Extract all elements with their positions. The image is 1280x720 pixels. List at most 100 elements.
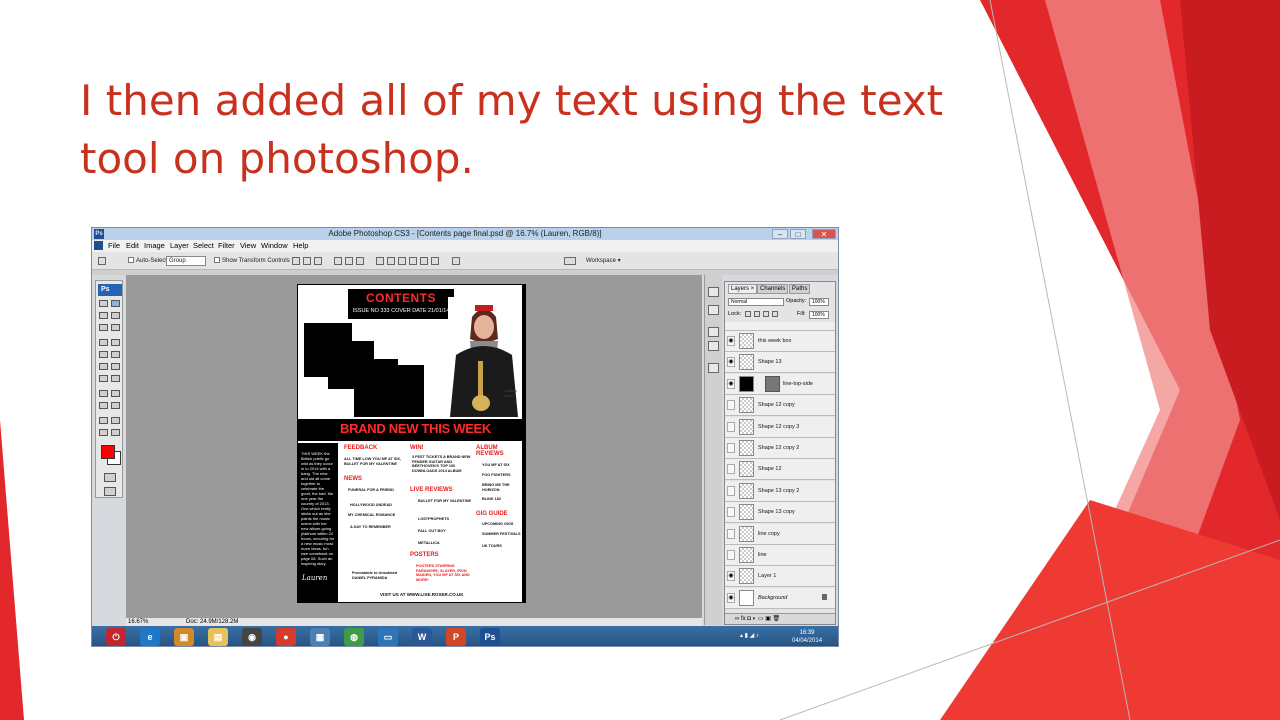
window-titlebar[interactable]: Ps Adobe Photoshop CS3 - [Contents page … bbox=[92, 228, 838, 240]
brush-panel-icon[interactable] bbox=[708, 305, 719, 315]
visibility-eye-icon[interactable] bbox=[727, 485, 735, 496]
character-panel-icon[interactable] bbox=[708, 327, 719, 337]
eyedropper-tool-icon[interactable] bbox=[111, 417, 120, 424]
shape-tool-icon[interactable] bbox=[111, 402, 120, 409]
layer-row[interactable]: Shape 12 copy 2 bbox=[725, 438, 835, 459]
ps-menu-icon[interactable] bbox=[94, 241, 103, 250]
layer-row[interactable]: ◉ Layer 1 bbox=[725, 566, 835, 588]
magic-wand-tool-icon[interactable] bbox=[111, 312, 120, 319]
distribute-center-icon[interactable] bbox=[420, 257, 428, 265]
visibility-eye-icon[interactable]: ◉ bbox=[727, 336, 735, 346]
blur-tool-icon[interactable] bbox=[99, 375, 108, 382]
photoshop-icon[interactable]: Ps bbox=[480, 628, 500, 646]
layer-row[interactable]: Shape 12 bbox=[725, 459, 835, 481]
dodge-tool-icon[interactable] bbox=[111, 375, 120, 382]
menu-layer[interactable]: Layer bbox=[170, 240, 189, 252]
align-top-icon[interactable] bbox=[292, 257, 300, 265]
path-selection-tool-icon[interactable] bbox=[99, 402, 108, 409]
internet-explorer-icon[interactable]: e bbox=[140, 628, 160, 646]
distribute-bottom-icon[interactable] bbox=[398, 257, 406, 265]
lock-pixels-icon[interactable] bbox=[754, 311, 760, 317]
move-tool-icon[interactable] bbox=[98, 257, 106, 265]
maximize-button[interactable]: □ bbox=[790, 229, 806, 239]
zoom-tool-icon[interactable] bbox=[111, 429, 120, 436]
healing-brush-tool-icon[interactable] bbox=[99, 339, 108, 346]
crop-tool-icon[interactable] bbox=[99, 324, 108, 331]
tab-layers[interactable]: Layers × bbox=[728, 284, 758, 294]
powerpoint-icon[interactable]: P bbox=[446, 628, 466, 646]
tab-paths[interactable]: Paths bbox=[789, 284, 811, 294]
menu-help[interactable]: Help bbox=[293, 240, 308, 252]
quick-mask-icon[interactable] bbox=[104, 473, 116, 482]
menu-filter[interactable]: Filter bbox=[218, 240, 235, 252]
layer-row[interactable]: ◉ line-top-side bbox=[725, 373, 835, 395]
lasso-tool-icon[interactable] bbox=[99, 312, 108, 319]
align-left-icon[interactable] bbox=[334, 257, 342, 265]
paragraph-panel-icon[interactable] bbox=[708, 341, 719, 351]
menu-view[interactable]: View bbox=[240, 240, 256, 252]
menu-window[interactable]: Window bbox=[261, 240, 288, 252]
system-clock[interactable]: 16:39 04/04/2014 bbox=[792, 629, 822, 645]
auto-select-dropdown[interactable]: Group bbox=[166, 256, 206, 266]
distribute-left-icon[interactable] bbox=[409, 257, 417, 265]
media-player-icon[interactable]: ◉ bbox=[242, 628, 262, 646]
tab-channels[interactable]: Channels bbox=[757, 284, 789, 294]
color-picker-icon[interactable]: ● bbox=[276, 628, 296, 646]
network-icon[interactable]: ▦ bbox=[310, 628, 330, 646]
paint-bucket-tool-icon[interactable] bbox=[111, 363, 120, 370]
type-tool-icon[interactable] bbox=[111, 390, 120, 397]
document-canvas[interactable]: CONTENTS ISSUE NO 333 COVER DATE 21/01/1… bbox=[297, 284, 524, 603]
lock-transparency-icon[interactable] bbox=[745, 311, 751, 317]
word-icon[interactable]: W bbox=[412, 628, 432, 646]
visibility-eye-icon[interactable] bbox=[727, 528, 735, 539]
history-brush-tool-icon[interactable] bbox=[111, 351, 120, 358]
menu-edit[interactable]: Edit bbox=[126, 240, 139, 252]
lock-position-icon[interactable] bbox=[763, 311, 769, 317]
align-right-icon[interactable] bbox=[356, 257, 364, 265]
layer-row[interactable]: Shape 12 copy 3 bbox=[725, 416, 835, 438]
visibility-eye-icon[interactable]: ◉ bbox=[727, 378, 735, 389]
foreground-color-swatch[interactable] bbox=[101, 445, 115, 459]
briefcase-icon[interactable]: ▣ bbox=[174, 628, 194, 646]
bridge-icon[interactable] bbox=[564, 257, 576, 265]
distribute-top-icon[interactable] bbox=[376, 257, 384, 265]
visibility-eye-icon[interactable] bbox=[727, 507, 735, 518]
align-bottom-icon[interactable] bbox=[314, 257, 322, 265]
workspace-button[interactable]: Workspace ▾ bbox=[586, 256, 621, 266]
layer-row[interactable]: ◉ Background bbox=[725, 587, 835, 609]
monitor-icon[interactable]: ▭ bbox=[378, 628, 398, 646]
system-tray-icons[interactable]: ▴ ▮ ◢ ♪ bbox=[740, 632, 759, 640]
visibility-eye-icon[interactable] bbox=[727, 550, 735, 560]
opacity-input[interactable]: 100% bbox=[809, 298, 829, 306]
layer-actions-icons[interactable]: ∞ fx ◘ ◐ ▭ ▣ 🗑 bbox=[735, 614, 780, 624]
layer-row[interactable]: Shape 13 copy 2 bbox=[725, 480, 835, 502]
slice-tool-icon[interactable] bbox=[111, 324, 120, 331]
chrome-icon[interactable]: ◍ bbox=[344, 628, 364, 646]
folder-icon[interactable]: ▤ bbox=[208, 628, 228, 646]
screen-mode-icon[interactable] bbox=[104, 487, 116, 496]
layer-row[interactable]: ◉ this week box bbox=[725, 331, 835, 352]
hand-tool-icon[interactable] bbox=[99, 429, 108, 436]
menu-file[interactable]: File bbox=[108, 240, 120, 252]
layer-row[interactable]: Shape 12 copy bbox=[725, 395, 835, 417]
layer-row[interactable]: Shape 13 copy bbox=[725, 502, 835, 524]
visibility-eye-icon[interactable] bbox=[727, 464, 735, 475]
distribute-right-icon[interactable] bbox=[431, 257, 439, 265]
minimize-button[interactable]: – bbox=[772, 229, 788, 239]
close-button[interactable]: ✕ bbox=[812, 229, 836, 239]
align-middle-icon[interactable] bbox=[303, 257, 311, 265]
visibility-eye-icon[interactable]: ◉ bbox=[727, 592, 735, 603]
menu-image[interactable]: Image bbox=[144, 240, 165, 252]
power-icon[interactable]: ⏻ bbox=[106, 628, 126, 646]
move-tool-icon[interactable] bbox=[111, 300, 120, 307]
layer-row[interactable]: line copy bbox=[725, 523, 835, 545]
align-center-icon[interactable] bbox=[345, 257, 353, 265]
pen-tool-icon[interactable] bbox=[99, 390, 108, 397]
eraser-tool-icon[interactable] bbox=[99, 363, 108, 370]
fill-input[interactable]: 100% bbox=[809, 311, 829, 319]
marquee-tool-icon[interactable] bbox=[99, 300, 108, 307]
visibility-eye-icon[interactable] bbox=[727, 400, 735, 411]
layer-row[interactable]: line bbox=[725, 545, 835, 566]
visibility-eye-icon[interactable]: ◉ bbox=[727, 357, 735, 368]
auto-select-checkbox[interactable]: Auto-Select: bbox=[128, 257, 169, 265]
